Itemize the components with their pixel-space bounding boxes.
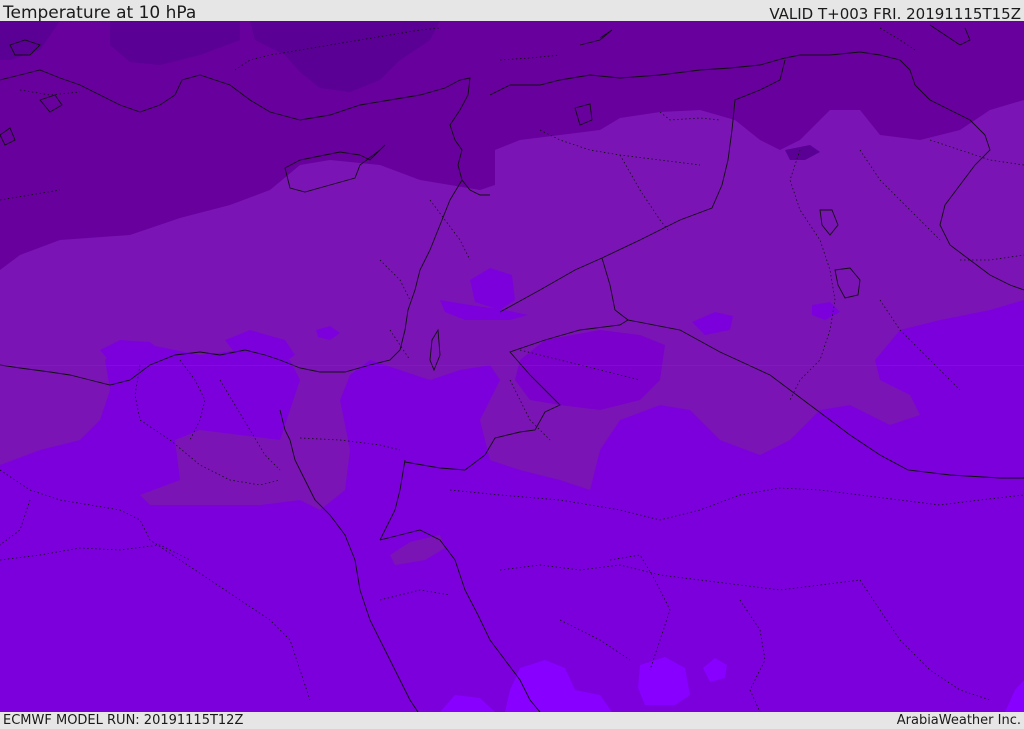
map-header: Temperature at 10 hPa VALID T+003 FRI. 2… xyxy=(0,0,1024,23)
map-title: Temperature at 10 hPa xyxy=(3,3,197,23)
credit-label: ArabiaWeather Inc. xyxy=(896,713,1021,728)
weather-map-frame: Temperature at 10 hPa VALID T+003 FRI. 2… xyxy=(0,0,1024,729)
map-footer: ECMWF MODEL RUN: 20191115T12Z ArabiaWeat… xyxy=(0,712,1024,729)
model-run-label: ECMWF MODEL RUN: 20191115T12Z xyxy=(3,713,244,728)
map-svg xyxy=(0,21,1024,712)
temperature-map[interactable] xyxy=(0,21,1024,712)
